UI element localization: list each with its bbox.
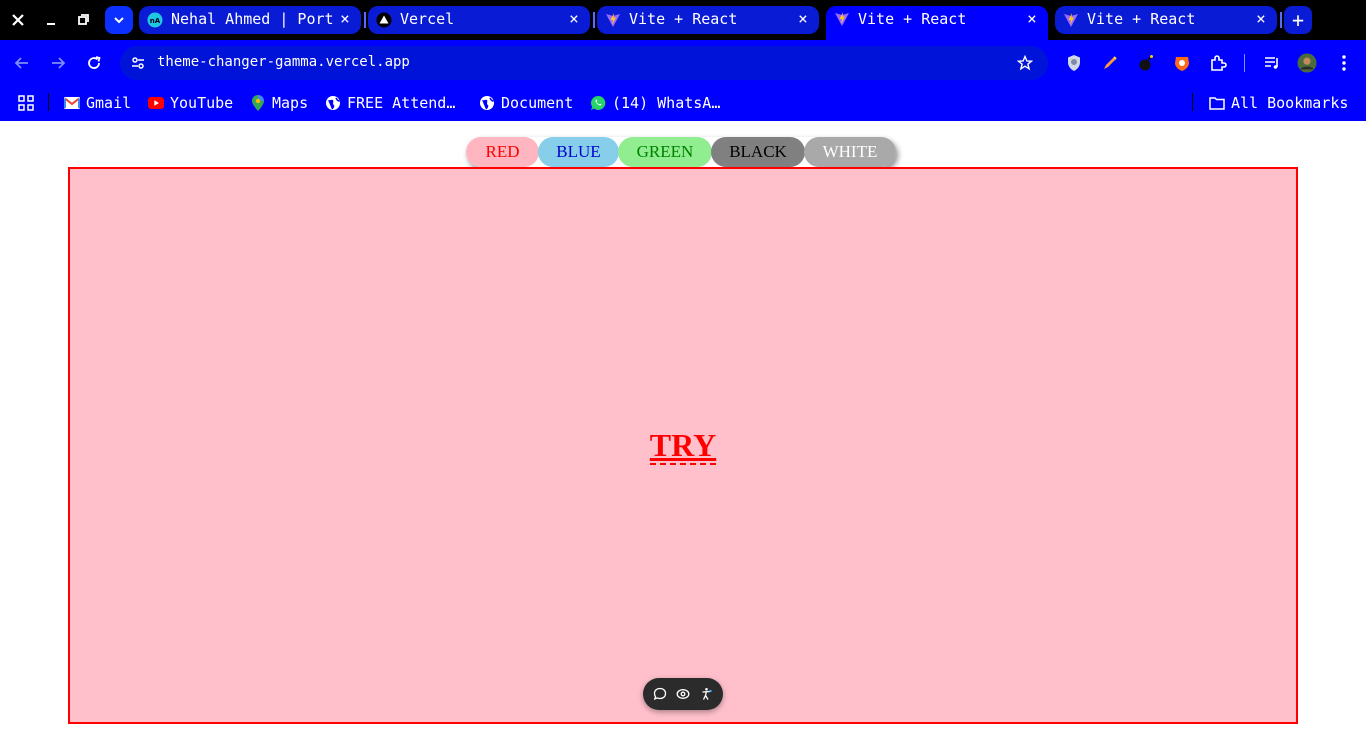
tab-vite-react-active[interactable]: Vite + React × <box>826 6 1048 40</box>
all-bookmarks-button[interactable]: All Bookmarks <box>1209 90 1348 116</box>
globe-icon <box>479 95 495 111</box>
bookmark-label: FREE Attend… <box>347 94 456 112</box>
bookmark-label: Document <box>501 94 574 112</box>
bookmark-label: Gmail <box>86 94 132 112</box>
blue-theme-button[interactable]: BLUE <box>538 137 619 167</box>
globe-icon <box>325 95 341 111</box>
bookmark-youtube[interactable]: YouTube <box>148 90 233 116</box>
brave-extension-icon[interactable] <box>1172 53 1192 73</box>
tab-title: Vercel <box>400 10 455 28</box>
tab-divider <box>593 12 595 28</box>
media-control-icon[interactable] <box>1262 53 1282 73</box>
bookmark-star-icon[interactable] <box>1016 54 1034 72</box>
preview-text-label: TRY <box>649 427 717 465</box>
new-tab-button[interactable]: + <box>1284 6 1312 34</box>
portfolio-icon: nA <box>147 12 163 28</box>
theme-preview-panel: TRY <box>68 167 1298 724</box>
tab-vite-react-1[interactable]: Vite + React × <box>597 6 819 34</box>
tab-portfolio[interactable]: nA Nehal Ahmed | Portfolio × <box>139 6 361 34</box>
close-window-icon[interactable] <box>4 6 32 34</box>
vite-icon <box>605 12 621 28</box>
gmail-icon <box>64 95 80 111</box>
tab-divider <box>1280 12 1282 28</box>
tab-vite-react-3[interactable]: Vite + React × <box>1055 6 1277 34</box>
whatsapp-icon <box>590 95 606 111</box>
svg-text:nA: nA <box>150 17 161 25</box>
bomb-extension-icon[interactable] <box>1136 53 1156 73</box>
minimize-window-icon[interactable] <box>37 6 65 34</box>
folder-icon <box>1209 95 1225 111</box>
all-bookmarks-label: All Bookmarks <box>1231 94 1349 112</box>
close-icon[interactable]: × <box>1253 11 1269 27</box>
bookmark-whatsapp[interactable]: (14) WhatsA… <box>590 90 720 116</box>
green-theme-button[interactable]: GREEN <box>618 137 712 167</box>
browser-toolbar: theme-changer-gamma.vercel.app <box>0 40 1366 86</box>
extensions-puzzle-icon[interactable] <box>1208 53 1228 73</box>
white-theme-button[interactable]: WHITE <box>804 137 896 167</box>
tab-vercel[interactable]: Vercel × <box>368 6 590 34</box>
preview-text: TRY <box>70 427 1296 465</box>
site-settings-icon[interactable] <box>128 53 148 73</box>
close-icon[interactable]: × <box>795 11 811 27</box>
tab-divider <box>364 12 366 28</box>
chevron-down-icon <box>114 17 124 24</box>
theme-button-group: RED BLUE GREEN BLACK WHITE <box>466 137 896 167</box>
bookmark-label: YouTube <box>170 94 234 112</box>
shield-extension-icon[interactable] <box>1064 53 1084 73</box>
bookmark-document[interactable]: Document <box>479 90 573 116</box>
bookmark-gmail[interactable]: Gmail <box>64 90 131 116</box>
youtube-icon <box>148 95 164 111</box>
tab-title: Vite + React <box>1087 10 1196 28</box>
bookmarks-bar: Gmail YouTube Maps FREE Attend… Document… <box>0 86 1366 121</box>
address-bar[interactable]: theme-changer-gamma.vercel.app <box>120 46 1048 80</box>
pen-extension-icon[interactable] <box>1100 53 1120 73</box>
vercel-toolbar[interactable] <box>643 678 723 710</box>
eye-icon[interactable] <box>675 686 691 702</box>
restore-window-icon[interactable] <box>69 6 97 34</box>
close-icon[interactable]: × <box>566 11 582 27</box>
page-content: RED BLUE GREEN BLACK WHITE TRY <box>0 121 1366 740</box>
reload-icon[interactable] <box>82 51 106 75</box>
toolbar-divider <box>1244 54 1245 72</box>
forward-arrow-icon[interactable] <box>46 51 70 75</box>
tab-title: Vite + React <box>858 10 967 28</box>
black-theme-button[interactable]: BLACK <box>711 137 805 167</box>
back-arrow-icon[interactable] <box>10 51 34 75</box>
bookmark-free-attend[interactable]: FREE Attend… <box>325 90 455 116</box>
tab-title: Nehal Ahmed | Portfolio <box>171 10 333 28</box>
kebab-menu-icon[interactable] <box>1334 53 1354 73</box>
apps-grid-icon[interactable] <box>18 90 34 116</box>
bookmark-maps[interactable]: Maps <box>250 90 308 116</box>
comment-icon[interactable] <box>652 686 668 702</box>
vite-icon <box>1063 12 1079 28</box>
url-text[interactable]: theme-changer-gamma.vercel.app <box>157 54 410 70</box>
profile-avatar[interactable] <box>1297 53 1317 73</box>
close-icon[interactable]: × <box>337 11 353 27</box>
tab-strip: nA Nehal Ahmed | Portfolio × Vercel × Vi… <box>0 0 1366 40</box>
tab-search-button[interactable] <box>105 6 133 34</box>
bookmarks-divider <box>48 93 49 111</box>
vercel-triangle-icon <box>376 12 392 28</box>
red-theme-button[interactable]: RED <box>466 137 539 167</box>
vite-icon <box>834 11 850 27</box>
tab-title: Vite + React <box>629 10 738 28</box>
maps-icon <box>250 95 266 111</box>
close-icon[interactable]: × <box>1024 11 1040 27</box>
bookmark-label: (14) WhatsA… <box>612 94 721 112</box>
accessibility-icon[interactable] <box>698 686 714 702</box>
bookmark-label: Maps <box>272 94 309 112</box>
bookmarks-divider <box>1192 93 1193 111</box>
